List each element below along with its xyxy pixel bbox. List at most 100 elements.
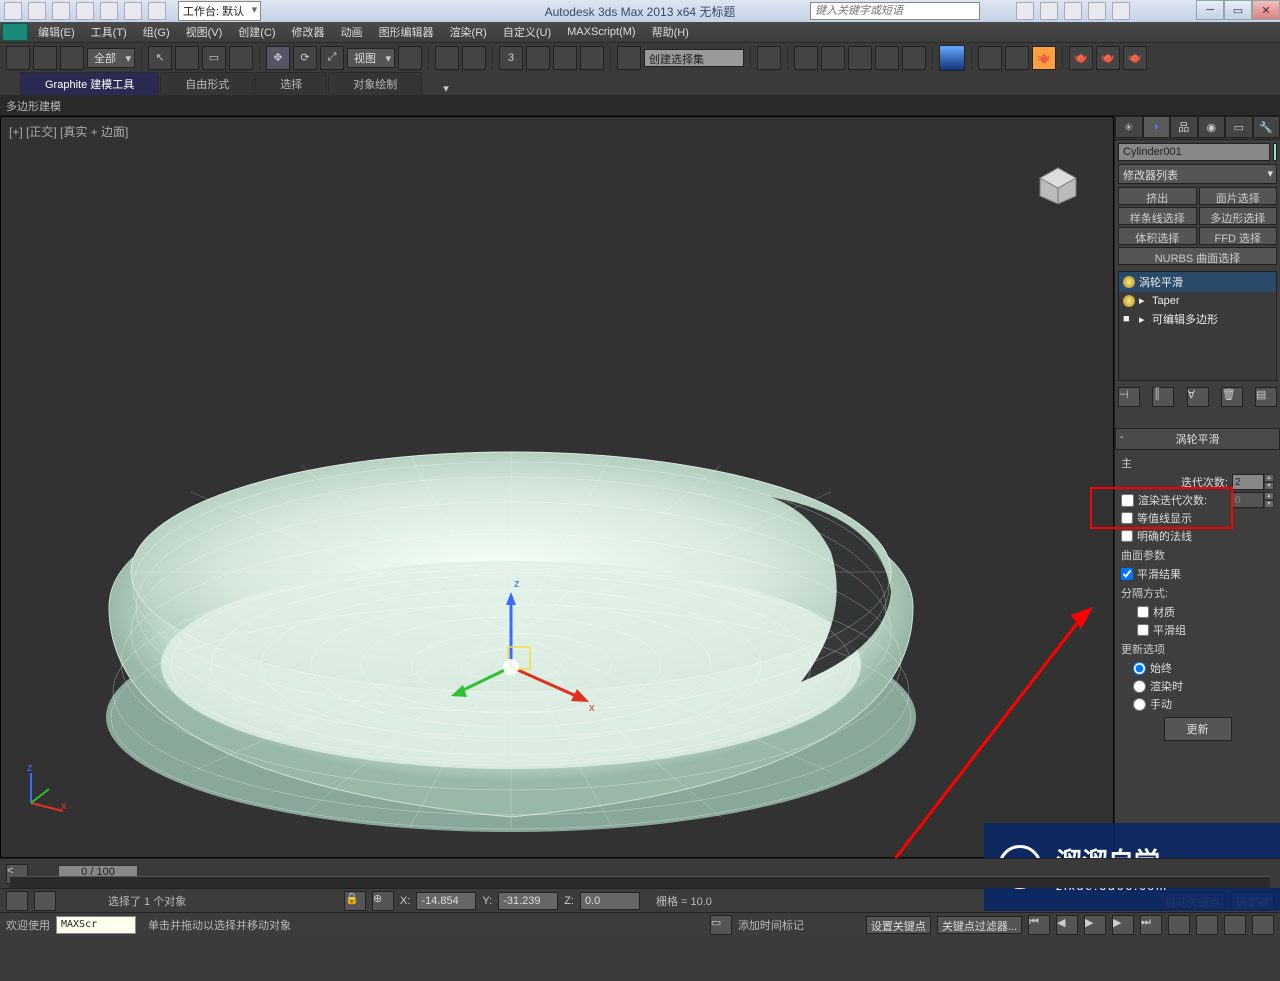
object-name-input[interactable]: [1118, 143, 1270, 161]
set-key-button[interactable]: 设置关键点: [866, 916, 931, 934]
select-region-rect-icon[interactable]: ▭: [202, 46, 226, 70]
edit-named-sel-icon[interactable]: [617, 46, 641, 70]
time-slider[interactable]: < 0 / 100: [0, 858, 1280, 888]
open-icon[interactable]: [52, 2, 70, 20]
favorite-icon[interactable]: [1040, 2, 1058, 20]
render-production-icon[interactable]: 🫖: [1032, 46, 1056, 70]
ribbon-tab-graphite[interactable]: Graphite 建模工具: [20, 72, 159, 95]
goto-end-icon[interactable]: ⏭: [1140, 915, 1162, 935]
key-filters-button[interactable]: 关键点过滤器...: [937, 916, 1022, 934]
select-name-icon[interactable]: [175, 46, 199, 70]
new-icon[interactable]: [28, 2, 46, 20]
app-logo-icon[interactable]: [2, 23, 28, 41]
stack-item-editpoly[interactable]: ■▸可编辑多边形: [1119, 309, 1276, 329]
panel-tab-create-icon[interactable]: ✳: [1115, 116, 1143, 138]
align-icon[interactable]: [794, 46, 818, 70]
use-pivot-icon[interactable]: [398, 46, 422, 70]
explicit-normals-checkbox[interactable]: [1121, 530, 1133, 542]
keyboard-shortcut-icon[interactable]: [462, 46, 486, 70]
menu-maxscript[interactable]: MAXScript(M): [559, 24, 643, 40]
isolate-icon[interactable]: ▭: [710, 915, 732, 935]
select-manipulate-icon[interactable]: [435, 46, 459, 70]
menu-help[interactable]: 帮助(H): [644, 22, 697, 42]
maximize-button[interactable]: ▭: [1224, 0, 1252, 20]
ref-coord-dropdown[interactable]: 视图: [347, 48, 395, 68]
redo-icon[interactable]: [124, 2, 142, 20]
pin-stack-icon[interactable]: ⊣: [1118, 387, 1140, 407]
prev-frame-icon[interactable]: ◀: [1056, 915, 1078, 935]
coord-x-input[interactable]: [416, 892, 476, 910]
show-end-result-icon[interactable]: ║: [1152, 387, 1174, 407]
nav-c-icon[interactable]: [1224, 915, 1246, 935]
snap-toggle-icon[interactable]: 3: [499, 46, 523, 70]
next-frame-icon[interactable]: ▶: [1112, 915, 1134, 935]
mod-btn-patch-select[interactable]: 面片选择: [1199, 187, 1278, 205]
teapot-b-icon[interactable]: 🫖: [1096, 46, 1120, 70]
iterations-input[interactable]: [1232, 474, 1264, 490]
menu-tools[interactable]: 工具(T): [83, 22, 135, 42]
goto-start-icon[interactable]: ⏮: [1028, 915, 1050, 935]
layer-manager-icon[interactable]: [821, 46, 845, 70]
material-editor-icon[interactable]: [939, 45, 965, 71]
bind-spacewarp-icon[interactable]: [60, 46, 84, 70]
angle-snap-icon[interactable]: [526, 46, 550, 70]
community-icon[interactable]: [1064, 2, 1082, 20]
play-icon[interactable]: ▶: [1084, 915, 1106, 935]
teapot-a-icon[interactable]: 🫖: [1069, 46, 1093, 70]
unlink-icon[interactable]: [33, 46, 57, 70]
status-a-icon[interactable]: [6, 891, 28, 911]
menu-group[interactable]: 组(G): [135, 22, 178, 42]
menu-modifiers[interactable]: 修改器: [284, 22, 333, 42]
viewcube[interactable]: [1023, 147, 1093, 217]
undo-icon[interactable]: [100, 2, 118, 20]
render-setup-icon[interactable]: [978, 46, 1002, 70]
app-menu-icon[interactable]: [4, 2, 22, 20]
rotate-icon[interactable]: ⟳: [293, 46, 317, 70]
menu-rendering[interactable]: 渲染(R): [442, 22, 495, 42]
nav-d-icon[interactable]: [1252, 915, 1274, 935]
panel-tab-display-icon[interactable]: ▭: [1225, 116, 1253, 138]
sep-material-checkbox[interactable]: [1137, 606, 1149, 618]
bulb-icon[interactable]: [1123, 295, 1135, 307]
timeline-ruler[interactable]: [10, 876, 1270, 888]
stack-item-turbosmooth[interactable]: 涡轮平滑: [1119, 272, 1276, 292]
scale-icon[interactable]: ⤢: [320, 46, 344, 70]
help-search-input[interactable]: [810, 2, 980, 20]
nav-a-icon[interactable]: [1168, 915, 1190, 935]
mod-btn-nurbs-select[interactable]: NURBS 曲面选择: [1118, 247, 1277, 265]
menu-animation[interactable]: 动画: [333, 22, 371, 42]
save-icon[interactable]: [76, 2, 94, 20]
render-iter-checkbox[interactable]: [1121, 494, 1134, 507]
mod-btn-extrude[interactable]: 挤出: [1118, 187, 1197, 205]
panel-tab-motion-icon[interactable]: ◉: [1198, 116, 1226, 138]
smooth-result-checkbox[interactable]: [1121, 568, 1133, 580]
ribbon-expand-icon[interactable]: ▾: [443, 82, 449, 95]
menu-create[interactable]: 创建(C): [230, 22, 283, 42]
stack-item-taper[interactable]: ▸Taper: [1119, 292, 1276, 309]
ribbon-tab-paint[interactable]: 对象绘制: [328, 72, 422, 95]
mirror-icon[interactable]: [757, 46, 781, 70]
update-always-radio[interactable]: [1133, 662, 1146, 675]
sep-smoothgroup-checkbox[interactable]: [1137, 624, 1149, 636]
spinner-snap-icon[interactable]: [580, 46, 604, 70]
coord-z-input[interactable]: [580, 892, 640, 910]
menu-views[interactable]: 视图(V): [178, 22, 231, 42]
percent-snap-icon[interactable]: [553, 46, 577, 70]
spin-up-icon[interactable]: ▴: [1264, 474, 1274, 482]
help-icon[interactable]: [1112, 2, 1130, 20]
bulb-icon[interactable]: [1123, 276, 1135, 288]
absolute-mode-icon[interactable]: ⊕: [372, 891, 394, 911]
move-icon[interactable]: ✥: [266, 46, 290, 70]
selection-filter-dropdown[interactable]: 全部: [87, 48, 135, 68]
close-button[interactable]: ✕: [1252, 0, 1280, 20]
viewport[interactable]: [+] [正交] [真实 + 边面]: [0, 116, 1114, 858]
mod-btn-ffd-select[interactable]: FFD 选择: [1199, 227, 1278, 245]
named-selection-input[interactable]: 创建选择集: [644, 49, 744, 67]
schematic-view-icon[interactable]: [902, 46, 926, 70]
window-crossing-icon[interactable]: [229, 46, 253, 70]
update-render-radio[interactable]: [1133, 680, 1146, 693]
mod-btn-spline-select[interactable]: 样条线选择: [1118, 207, 1197, 225]
update-button[interactable]: 更新: [1164, 717, 1232, 741]
object-color-swatch[interactable]: [1273, 143, 1277, 161]
workspace-dropdown[interactable]: 工作台: 默认: [178, 1, 261, 21]
